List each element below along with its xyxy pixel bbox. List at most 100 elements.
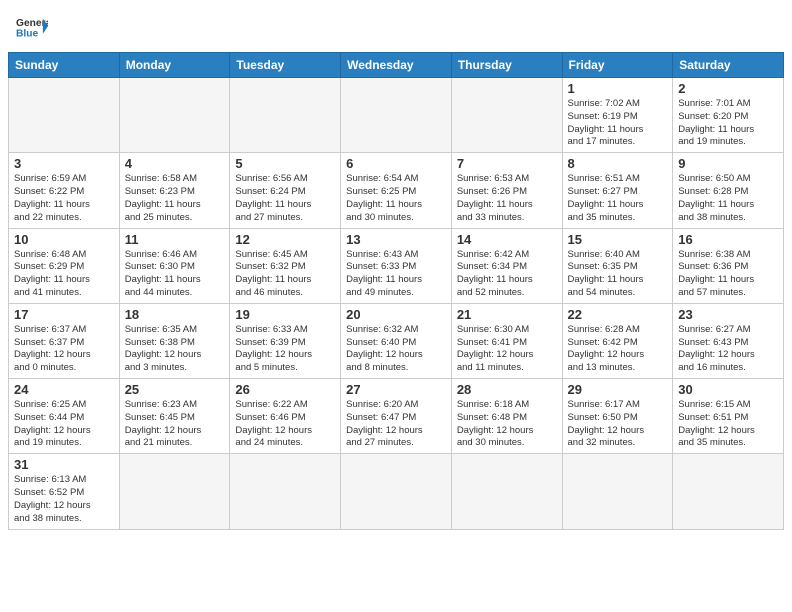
calendar-cell: 9 Sunrise: 6:50 AM Sunset: 6:28 PM Daylig… — [673, 153, 784, 228]
calendar-cell — [562, 454, 673, 529]
calendar-cell: 16 Sunrise: 6:38 AM Sunset: 6:36 PM Dayli… — [673, 228, 784, 303]
day-number: 21 — [457, 307, 557, 322]
logo: General Blue — [16, 12, 48, 44]
calendar-cell: 31Sunrise: 6:13 AM Sunset: 6:52 PM Dayli… — [9, 454, 120, 529]
day-info: Sunrise: 6:48 AM Sunset: 6:29 PM Dayligh… — [14, 249, 114, 300]
day-number: 12 — [235, 232, 335, 247]
calendar-cell: 1 Sunrise: 7:02 AM Sunset: 6:19 PM Daylig… — [562, 78, 673, 153]
day-header-monday: Monday — [119, 53, 230, 78]
calendar-table: SundayMondayTuesdayWednesdayThursdayFrid… — [8, 52, 784, 530]
day-number: 14 — [457, 232, 557, 247]
day-info: Sunrise: 6:59 AM Sunset: 6:22 PM Dayligh… — [14, 173, 114, 224]
day-info: Sunrise: 6:23 AM Sunset: 6:45 PM Dayligh… — [125, 399, 225, 450]
calendar-cell: 4 Sunrise: 6:58 AM Sunset: 6:23 PM Daylig… — [119, 153, 230, 228]
day-number: 29 — [568, 382, 668, 397]
calendar-cell — [119, 78, 230, 153]
calendar-cell — [451, 78, 562, 153]
calendar-cell — [9, 78, 120, 153]
day-number: 7 — [457, 156, 557, 171]
calendar-cell: 8 Sunrise: 6:51 AM Sunset: 6:27 PM Daylig… — [562, 153, 673, 228]
day-number: 8 — [568, 156, 668, 171]
calendar-cell: 24Sunrise: 6:25 AM Sunset: 6:44 PM Dayli… — [9, 379, 120, 454]
calendar-week-row: 24Sunrise: 6:25 AM Sunset: 6:44 PM Dayli… — [9, 379, 784, 454]
day-info: Sunrise: 6:33 AM Sunset: 6:39 PM Dayligh… — [235, 324, 335, 375]
day-header-saturday: Saturday — [673, 53, 784, 78]
day-info: Sunrise: 6:40 AM Sunset: 6:35 PM Dayligh… — [568, 249, 668, 300]
calendar-cell: 5Sunrise: 6:56 AM Sunset: 6:24 PM Daylig… — [230, 153, 341, 228]
day-info: Sunrise: 7:01 AM Sunset: 6:20 PM Dayligh… — [678, 98, 778, 149]
calendar-cell: 18Sunrise: 6:35 AM Sunset: 6:38 PM Dayli… — [119, 303, 230, 378]
day-info: Sunrise: 6:28 AM Sunset: 6:42 PM Dayligh… — [568, 324, 668, 375]
calendar-week-row: 31Sunrise: 6:13 AM Sunset: 6:52 PM Dayli… — [9, 454, 784, 529]
day-number: 2 — [678, 81, 778, 96]
day-info: Sunrise: 6:27 AM Sunset: 6:43 PM Dayligh… — [678, 324, 778, 375]
day-number: 5 — [235, 156, 335, 171]
calendar-cell: 3 Sunrise: 6:59 AM Sunset: 6:22 PM Daylig… — [9, 153, 120, 228]
day-info: Sunrise: 6:25 AM Sunset: 6:44 PM Dayligh… — [14, 399, 114, 450]
calendar-header-row: SundayMondayTuesdayWednesdayThursdayFrid… — [9, 53, 784, 78]
calendar-cell: 28 Sunrise: 6:18 AM Sunset: 6:48 PM Dayli… — [451, 379, 562, 454]
day-info: Sunrise: 6:53 AM Sunset: 6:26 PM Dayligh… — [457, 173, 557, 224]
day-number: 15 — [568, 232, 668, 247]
calendar-cell: 10 Sunrise: 6:48 AM Sunset: 6:29 PM Dayli… — [9, 228, 120, 303]
day-number: 11 — [125, 232, 225, 247]
day-info: Sunrise: 6:22 AM Sunset: 6:46 PM Dayligh… — [235, 399, 335, 450]
day-number: 25 — [125, 382, 225, 397]
day-number: 13 — [346, 232, 446, 247]
calendar-cell: 22Sunrise: 6:28 AM Sunset: 6:42 PM Dayli… — [562, 303, 673, 378]
day-info: Sunrise: 6:42 AM Sunset: 6:34 PM Dayligh… — [457, 249, 557, 300]
day-info: Sunrise: 6:15 AM Sunset: 6:51 PM Dayligh… — [678, 399, 778, 450]
day-info: Sunrise: 6:17 AM Sunset: 6:50 PM Dayligh… — [568, 399, 668, 450]
day-header-friday: Friday — [562, 53, 673, 78]
day-number: 28 — [457, 382, 557, 397]
day-info: Sunrise: 7:02 AM Sunset: 6:19 PM Dayligh… — [568, 98, 668, 149]
day-number: 20 — [346, 307, 446, 322]
day-number: 23 — [678, 307, 778, 322]
day-info: Sunrise: 6:58 AM Sunset: 6:23 PM Dayligh… — [125, 173, 225, 224]
day-number: 10 — [14, 232, 114, 247]
logo-icon: General Blue — [16, 12, 48, 44]
day-header-wednesday: Wednesday — [341, 53, 452, 78]
calendar-cell: 6Sunrise: 6:54 AM Sunset: 6:25 PM Daylig… — [341, 153, 452, 228]
calendar-cell — [451, 454, 562, 529]
day-info: Sunrise: 6:51 AM Sunset: 6:27 PM Dayligh… — [568, 173, 668, 224]
calendar-week-row: 10 Sunrise: 6:48 AM Sunset: 6:29 PM Dayli… — [9, 228, 784, 303]
day-info: Sunrise: 6:13 AM Sunset: 6:52 PM Dayligh… — [14, 474, 114, 525]
calendar-cell: 21Sunrise: 6:30 AM Sunset: 6:41 PM Dayli… — [451, 303, 562, 378]
day-info: Sunrise: 6:46 AM Sunset: 6:30 PM Dayligh… — [125, 249, 225, 300]
calendar-cell — [341, 454, 452, 529]
calendar-cell — [119, 454, 230, 529]
day-number: 30 — [678, 382, 778, 397]
calendar-cell — [230, 78, 341, 153]
day-info: Sunrise: 6:20 AM Sunset: 6:47 PM Dayligh… — [346, 399, 446, 450]
calendar-week-row: 1 Sunrise: 7:02 AM Sunset: 6:19 PM Daylig… — [9, 78, 784, 153]
day-info: Sunrise: 6:43 AM Sunset: 6:33 PM Dayligh… — [346, 249, 446, 300]
day-header-thursday: Thursday — [451, 53, 562, 78]
day-number: 27 — [346, 382, 446, 397]
calendar-cell — [341, 78, 452, 153]
day-number: 17 — [14, 307, 114, 322]
calendar-cell: 7 Sunrise: 6:53 AM Sunset: 6:26 PM Daylig… — [451, 153, 562, 228]
calendar-cell: 20 Sunrise: 6:32 AM Sunset: 6:40 PM Dayli… — [341, 303, 452, 378]
day-number: 18 — [125, 307, 225, 322]
day-info: Sunrise: 6:18 AM Sunset: 6:48 PM Dayligh… — [457, 399, 557, 450]
day-number: 3 — [14, 156, 114, 171]
calendar-cell — [230, 454, 341, 529]
page-header: General Blue — [0, 0, 792, 52]
calendar-cell: 15 Sunrise: 6:40 AM Sunset: 6:35 PM Dayli… — [562, 228, 673, 303]
day-number: 6 — [346, 156, 446, 171]
day-header-sunday: Sunday — [9, 53, 120, 78]
day-number: 1 — [568, 81, 668, 96]
day-info: Sunrise: 6:50 AM Sunset: 6:28 PM Dayligh… — [678, 173, 778, 224]
day-number: 16 — [678, 232, 778, 247]
day-info: Sunrise: 6:37 AM Sunset: 6:37 PM Dayligh… — [14, 324, 114, 375]
day-info: Sunrise: 6:38 AM Sunset: 6:36 PM Dayligh… — [678, 249, 778, 300]
day-number: 4 — [125, 156, 225, 171]
calendar-week-row: 3 Sunrise: 6:59 AM Sunset: 6:22 PM Daylig… — [9, 153, 784, 228]
day-number: 9 — [678, 156, 778, 171]
day-info: Sunrise: 6:32 AM Sunset: 6:40 PM Dayligh… — [346, 324, 446, 375]
day-number: 26 — [235, 382, 335, 397]
calendar-cell: 12Sunrise: 6:45 AM Sunset: 6:32 PM Dayli… — [230, 228, 341, 303]
day-number: 19 — [235, 307, 335, 322]
calendar-cell — [673, 454, 784, 529]
